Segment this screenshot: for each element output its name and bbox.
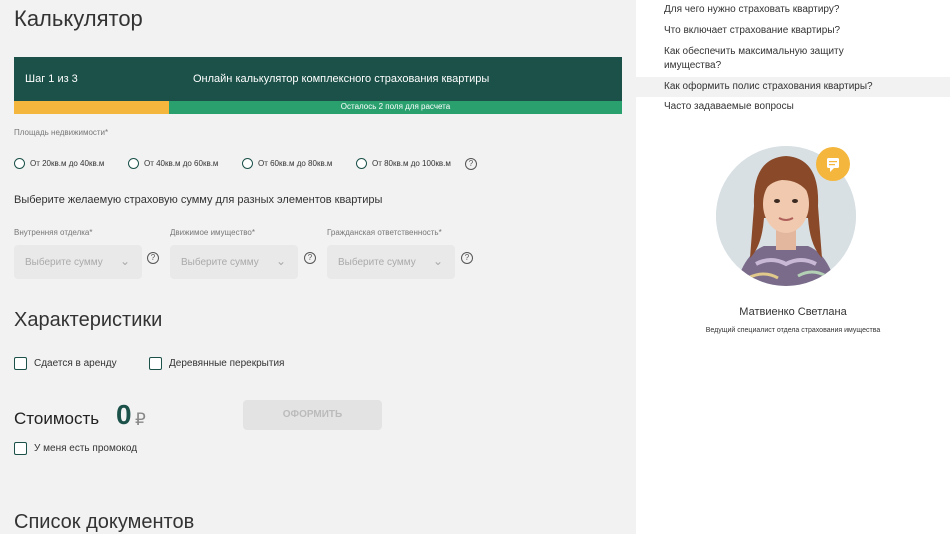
select-movable-sum[interactable]: Выберите сумму ⌄ [170,245,298,279]
chat-button[interactable] [816,147,850,181]
step-title: Онлайн калькулятор комплексного страхова… [193,73,490,85]
faq-link-max-protection[interactable]: Как обеспечить максимальную защиту имуще… [636,45,950,73]
currency-symbol: ₽ [135,410,146,429]
area-option-60-80[interactable]: От 60кв.м до 80кв.м [242,158,332,169]
promo-checkbox[interactable]: У меня есть промокод [14,442,137,455]
select-label-liability: Гражданская ответственность* [327,228,442,237]
area-option-80-100[interactable]: От 80кв.м до 100кв.м [356,158,451,169]
checkbox-icon [149,357,162,370]
radio-circle-icon [14,158,25,169]
progress-remaining-text: Осталось 2 поля для расчета [340,102,451,111]
price-label: Стоимость [14,409,100,428]
help-icon[interactable]: ? [147,252,159,264]
specialist-name: Матвиенко Светлана [739,306,847,318]
area-label: Площадь недвижимости* [14,128,109,137]
area-option-20-40[interactable]: От 20кв.м до 40кв.м [14,158,104,169]
faq-link-includes[interactable]: Что включает страхование квартиры? [636,24,950,38]
chat-icon [827,158,839,172]
submit-button[interactable]: ОФОРМИТЬ [243,400,382,430]
select-liability-sum[interactable]: Выберите сумму ⌄ [327,245,455,279]
specialist-role: Ведущий специалист отдела страхования им… [705,327,881,334]
radio-circle-icon [128,158,139,169]
select-finish-sum[interactable]: Выберите сумму ⌄ [14,245,142,279]
help-icon[interactable]: ? [465,158,477,170]
page-title: Калькулятор [14,6,143,31]
select-label-movable: Движимое имущество* [170,228,255,237]
characteristics-title: Характеристики [14,309,163,331]
faq-link-why[interactable]: Для чего нужно страховать квартиру? [636,3,950,17]
checkbox-icon [14,442,27,455]
rented-checkbox[interactable]: Сдается в аренду [14,357,117,370]
documents-title: Список документов [14,511,195,533]
radio-circle-icon [356,158,367,169]
step-indicator: Шаг 1 из 3 [25,73,78,85]
chevron-down-icon: ⌄ [119,254,130,268]
area-option-40-60[interactable]: От 40кв.м до 60кв.м [128,158,218,169]
sum-subtitle: Выберите желаемую страховую сумму для ра… [14,194,383,206]
step-header: Шаг 1 из 3 Онлайн калькулятор комплексно… [14,57,622,101]
wooden-floors-checkbox[interactable]: Деревянные перекрытия [149,357,284,370]
checkbox-icon [14,357,27,370]
help-icon[interactable]: ? [461,252,473,264]
faq-link-faq[interactable]: Часто задаваемые вопросы [636,100,950,114]
progress-fill [14,101,170,114]
faq-link-how-to-get[interactable]: Как оформить полис страхования квартиры? [636,77,950,97]
calculator-panel: Калькулятор Шаг 1 из 3 Онлайн калькулято… [0,0,636,534]
radio-circle-icon [242,158,253,169]
progress-bar: Осталось 2 поля для расчета [14,101,622,114]
chevron-down-icon: ⌄ [432,254,443,268]
help-icon[interactable]: ? [304,252,316,264]
chevron-down-icon: ⌄ [275,254,286,268]
select-label-finish: Внутренняя отделка* [14,228,93,237]
price-value: 0 [116,399,132,430]
